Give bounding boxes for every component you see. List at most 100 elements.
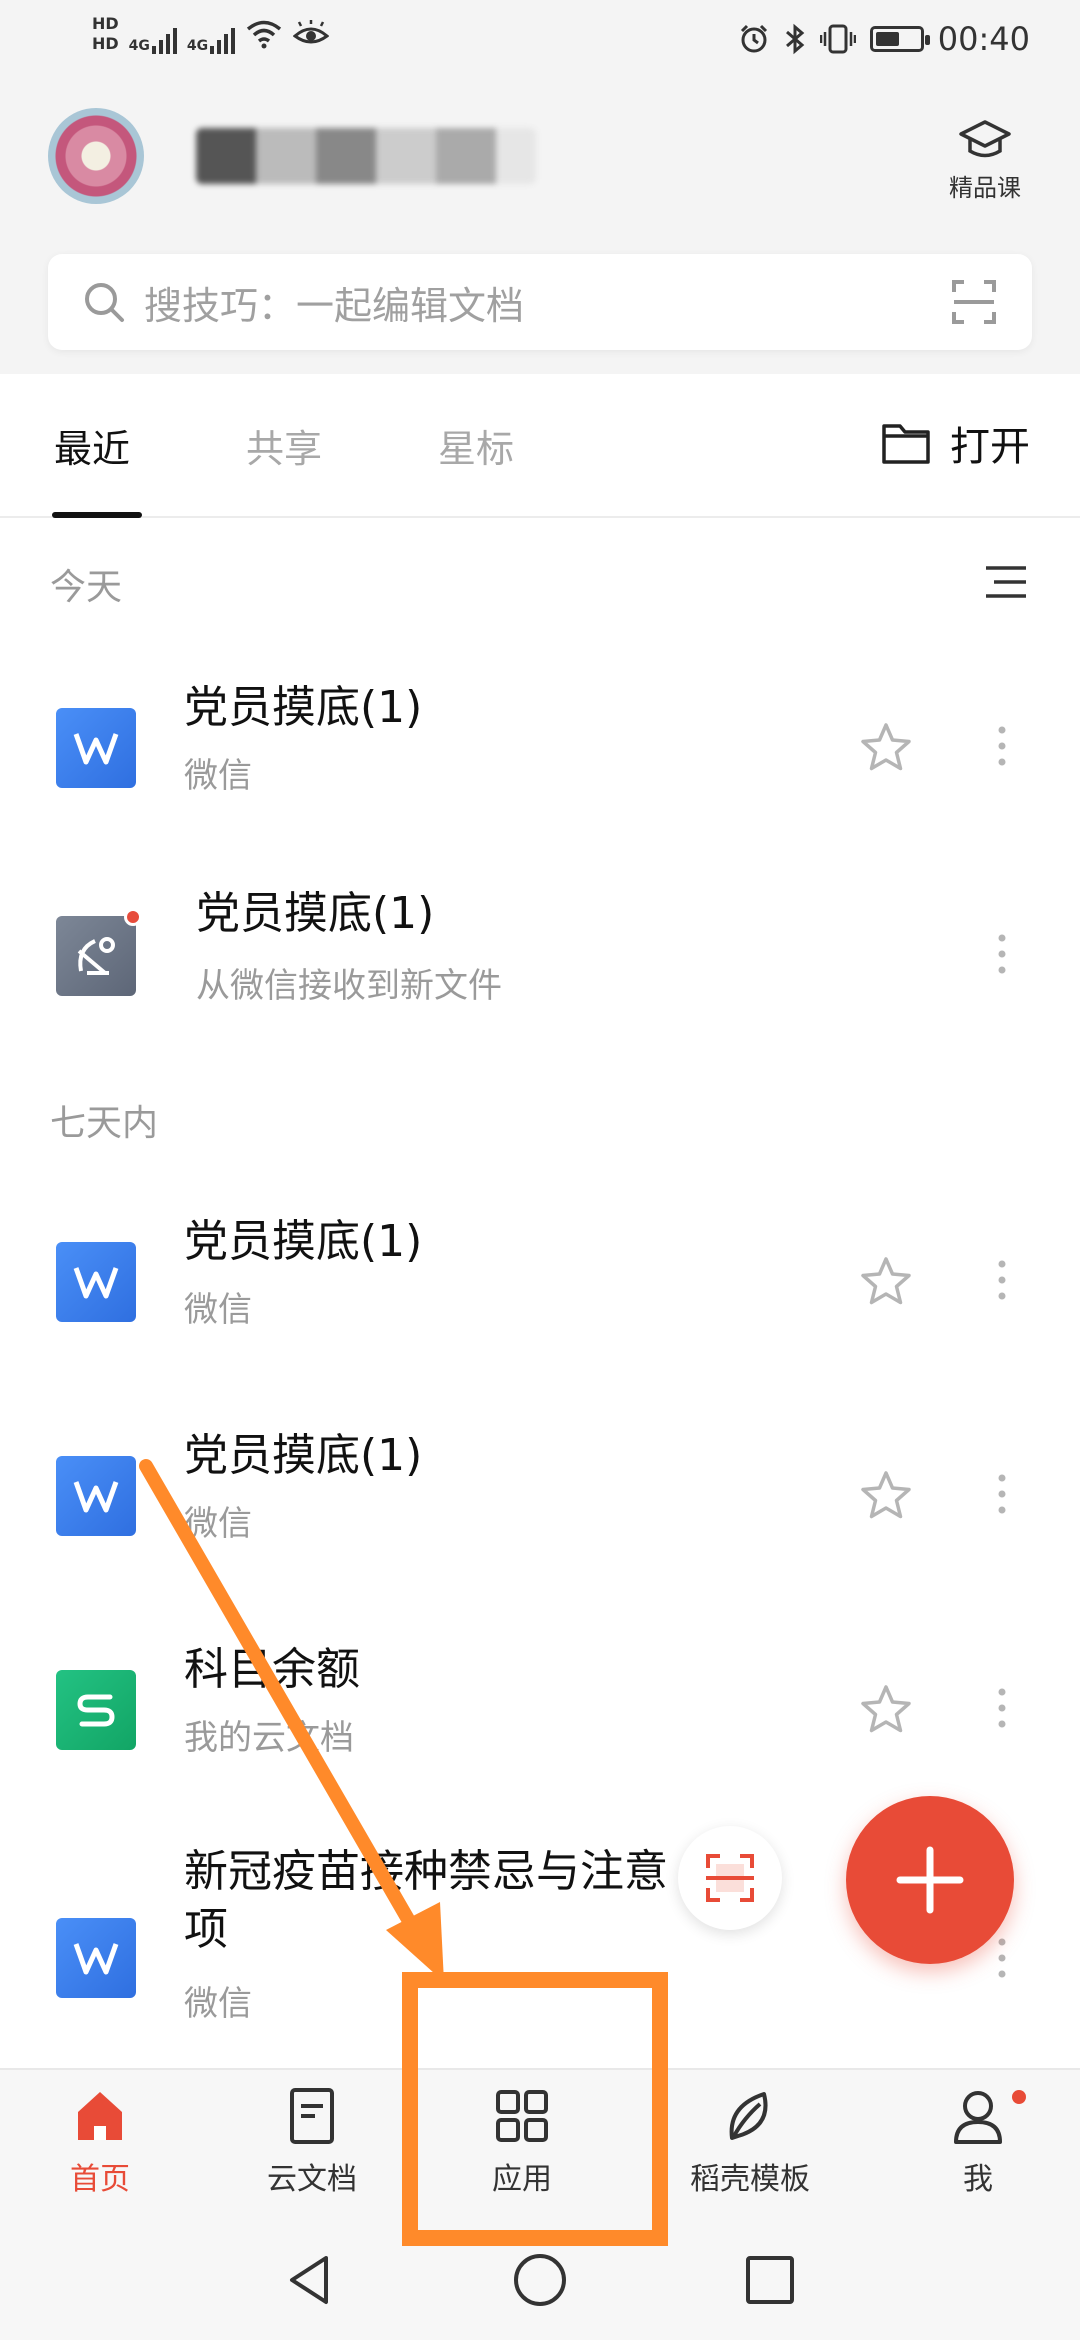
status-bar: HD HD 4G 4G 00:40	[0, 0, 1080, 84]
signal-2: 4G	[186, 14, 236, 54]
recents-icon[interactable]	[738, 2248, 802, 2312]
hd2-label: HD	[92, 34, 119, 53]
file-source: 从微信接收到新文件	[196, 966, 502, 1006]
file-row[interactable]: 党员摸底(1) 从微信接收到新文件	[0, 874, 1080, 1054]
section-today: 今天	[50, 567, 123, 608]
battery-icon	[869, 26, 930, 52]
home-icon	[78, 2092, 122, 2140]
alarm-icon	[740, 24, 767, 53]
file-title: 党员摸底(1)	[184, 682, 423, 733]
tab-shared[interactable]: 共享	[246, 418, 322, 473]
scan-icon[interactable]	[950, 278, 998, 326]
file-source: 微信	[184, 756, 252, 796]
more-options-icon[interactable]	[990, 1684, 1014, 1732]
home-circle-icon[interactable]	[508, 2248, 572, 2312]
username-blurred[interactable]	[196, 128, 536, 184]
active-tab-indicator	[52, 512, 142, 518]
clock: 00:40	[937, 20, 1030, 58]
more-options-icon[interactable]	[990, 1934, 1014, 1982]
unread-badge	[124, 908, 142, 926]
star-icon[interactable]	[858, 1468, 914, 1524]
section-week: 七天内	[50, 1103, 159, 1144]
app-screen: HD HD 4G 4G 00:40 精品课 搜技巧：一起编辑文档 最近 共享 星…	[0, 0, 1080, 2340]
nav-apps[interactable]: 应用	[432, 2086, 612, 2198]
battery-level	[875, 32, 899, 46]
received-file-icon	[56, 908, 142, 996]
more-options-icon[interactable]	[990, 1256, 1014, 1304]
search-bar[interactable]: 搜技巧：一起编辑文档	[48, 254, 1032, 350]
nav-templates-label: 稻壳模板	[690, 2162, 810, 2197]
file-title-line1: 新冠疫苗接种禁忌与注意	[184, 1846, 668, 1897]
premium-course-button[interactable]: 精品课	[930, 118, 1040, 204]
nav-cloud-docs[interactable]: 云文档	[222, 2086, 402, 2198]
plus-icon	[896, 1846, 964, 1914]
file-title: 党员摸底(1)	[184, 1216, 423, 1267]
file-source: 我的云文档	[184, 1718, 354, 1758]
graduation-cap-icon	[959, 120, 1011, 158]
more-options-icon[interactable]	[990, 722, 1014, 770]
file-row[interactable]: 党员摸底(1) 微信	[0, 1408, 1080, 1588]
status-right: 00:40	[738, 20, 1030, 58]
system-nav-bar	[0, 2222, 1080, 2340]
eye-icon	[293, 20, 330, 44]
tab-starred[interactable]: 星标	[438, 418, 514, 473]
search-placeholder: 搜技巧：一起编辑文档	[144, 283, 525, 328]
file-title-line2: 项	[184, 1904, 228, 1955]
folder-icon	[882, 424, 930, 464]
hd-indicator: HD HD	[92, 14, 119, 54]
file-row[interactable]: 党员摸底(1) 微信	[0, 660, 1080, 840]
signal-bars-icon	[151, 24, 177, 54]
nav-cloud-docs-label: 云文档	[267, 2162, 357, 2197]
premium-course-label: 精品课	[949, 174, 1021, 202]
star-icon[interactable]	[858, 1254, 914, 1310]
bluetooth-icon	[785, 23, 805, 55]
star-icon[interactable]	[858, 1682, 914, 1738]
file-title: 党员摸底(1)	[196, 888, 435, 939]
file-title: 科目余额	[184, 1644, 360, 1695]
file-title: 党员摸底(1)	[184, 1430, 423, 1481]
nav-home[interactable]: 首页	[10, 2086, 190, 2198]
nav-apps-label: 应用	[492, 2162, 552, 2197]
net2-label: 4G	[186, 38, 209, 54]
document-icon	[290, 2088, 334, 2144]
nav-me-label: 我	[963, 2162, 993, 2197]
tab-recent[interactable]: 最近	[54, 418, 130, 473]
word-file-icon	[56, 1918, 136, 1998]
sort-list-icon[interactable]	[984, 564, 1028, 600]
back-icon[interactable]	[278, 2248, 342, 2312]
nav-home-label: 首页	[70, 2162, 130, 2197]
more-options-icon[interactable]	[990, 1470, 1014, 1518]
word-file-icon	[56, 1456, 136, 1536]
search-icon	[85, 283, 124, 322]
leaf-icon	[729, 2092, 768, 2140]
nav-me[interactable]: 我	[888, 2086, 1068, 2198]
signal-bars-icon	[210, 24, 236, 54]
net1-label: 4G	[128, 38, 150, 54]
word-file-icon	[56, 708, 136, 788]
open-label: 打开	[950, 424, 1030, 470]
file-source: 微信	[184, 1290, 252, 1330]
apps-grid-icon	[496, 2090, 548, 2142]
scan-document-icon	[706, 1854, 754, 1902]
vibrate-icon	[819, 24, 856, 54]
star-icon[interactable]	[858, 720, 914, 776]
file-row[interactable]: 科目余额 我的云文档	[0, 1622, 1080, 1802]
scan-document-button[interactable]	[678, 1826, 782, 1930]
tab-bar: 最近 共享 星标 打开	[0, 374, 1080, 518]
file-source: 微信	[184, 1984, 252, 2024]
avatar[interactable]	[48, 108, 144, 204]
bottom-nav: 首页 云文档 应用 稻壳模板 我	[0, 2068, 1080, 2222]
user-icon	[954, 2091, 1002, 2144]
file-source: 微信	[184, 1504, 252, 1544]
signal-1: 4G	[129, 14, 177, 54]
notification-dot	[1012, 2090, 1026, 2104]
status-left: HD HD 4G 4G	[92, 14, 330, 54]
hd1-label: HD	[92, 14, 119, 33]
more-options-icon[interactable]	[990, 930, 1014, 978]
nav-templates[interactable]: 稻壳模板	[660, 2086, 840, 2198]
file-row[interactable]: 党员摸底(1) 微信	[0, 1194, 1080, 1374]
wifi-icon	[247, 20, 282, 49]
open-button[interactable]: 打开	[880, 414, 1030, 472]
create-new-button[interactable]	[846, 1796, 1014, 1964]
word-file-icon	[56, 1242, 136, 1322]
